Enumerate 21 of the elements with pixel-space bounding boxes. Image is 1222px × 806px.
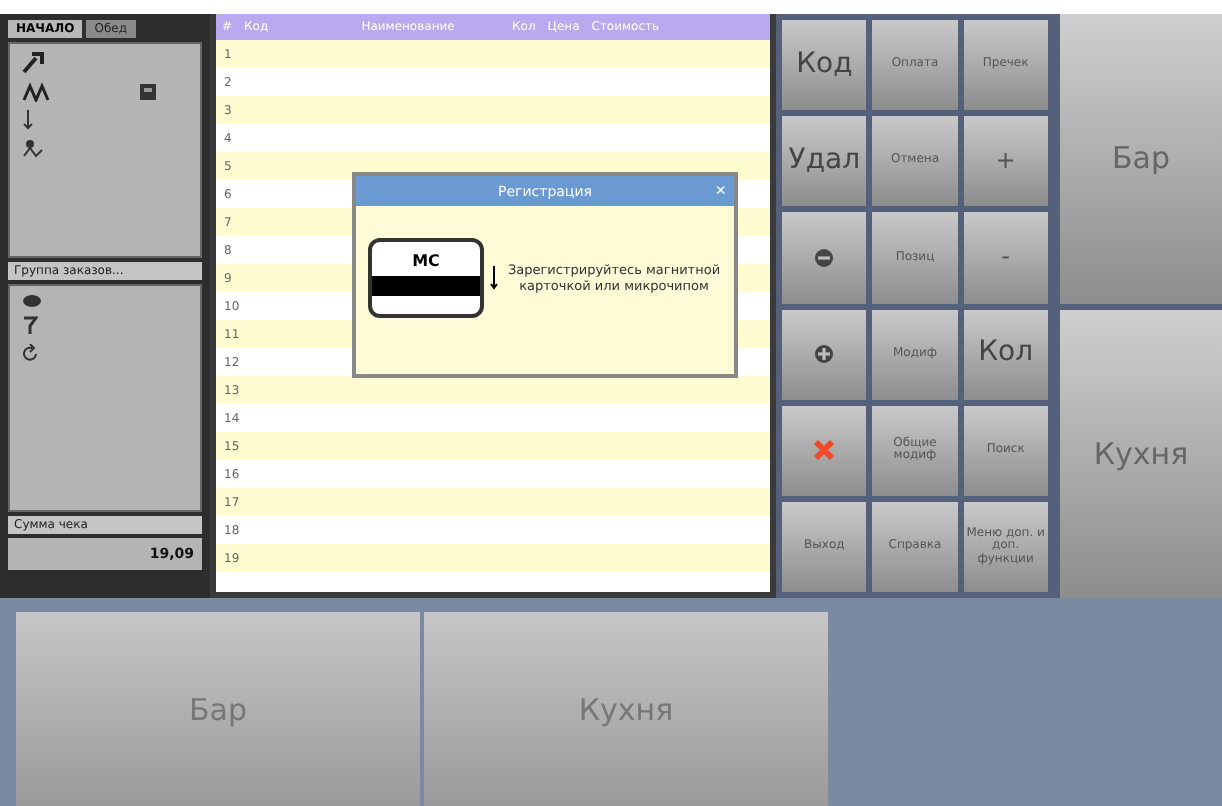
down-arrow-icon [490,266,498,290]
keypad-button[interactable]: Удал [782,116,867,207]
keypad-button[interactable]: Кол [963,309,1048,400]
keypad-button[interactable]: Код [782,20,867,111]
cross-icon [812,438,837,463]
plus-circle-icon [814,344,835,365]
icon-button[interactable] [782,309,867,400]
keypad-button[interactable]: - [963,212,1048,303]
category-button[interactable]: Бар [1060,14,1222,303]
refresh-icon[interactable] [22,344,40,362]
icon-button[interactable] [782,212,867,303]
close-button[interactable]: × [715,178,726,202]
eye-icon[interactable] [22,294,42,308]
keypad-button[interactable]: + [963,116,1048,207]
card-label: MC [412,252,440,270]
arrow-icon[interactable] [22,110,34,130]
magnetic-stripe [372,276,480,296]
minus-circle-icon [814,247,835,268]
category-button[interactable]: Кухня [1060,309,1222,598]
printer-icon[interactable] [138,82,158,102]
icon-button[interactable] [782,405,867,496]
